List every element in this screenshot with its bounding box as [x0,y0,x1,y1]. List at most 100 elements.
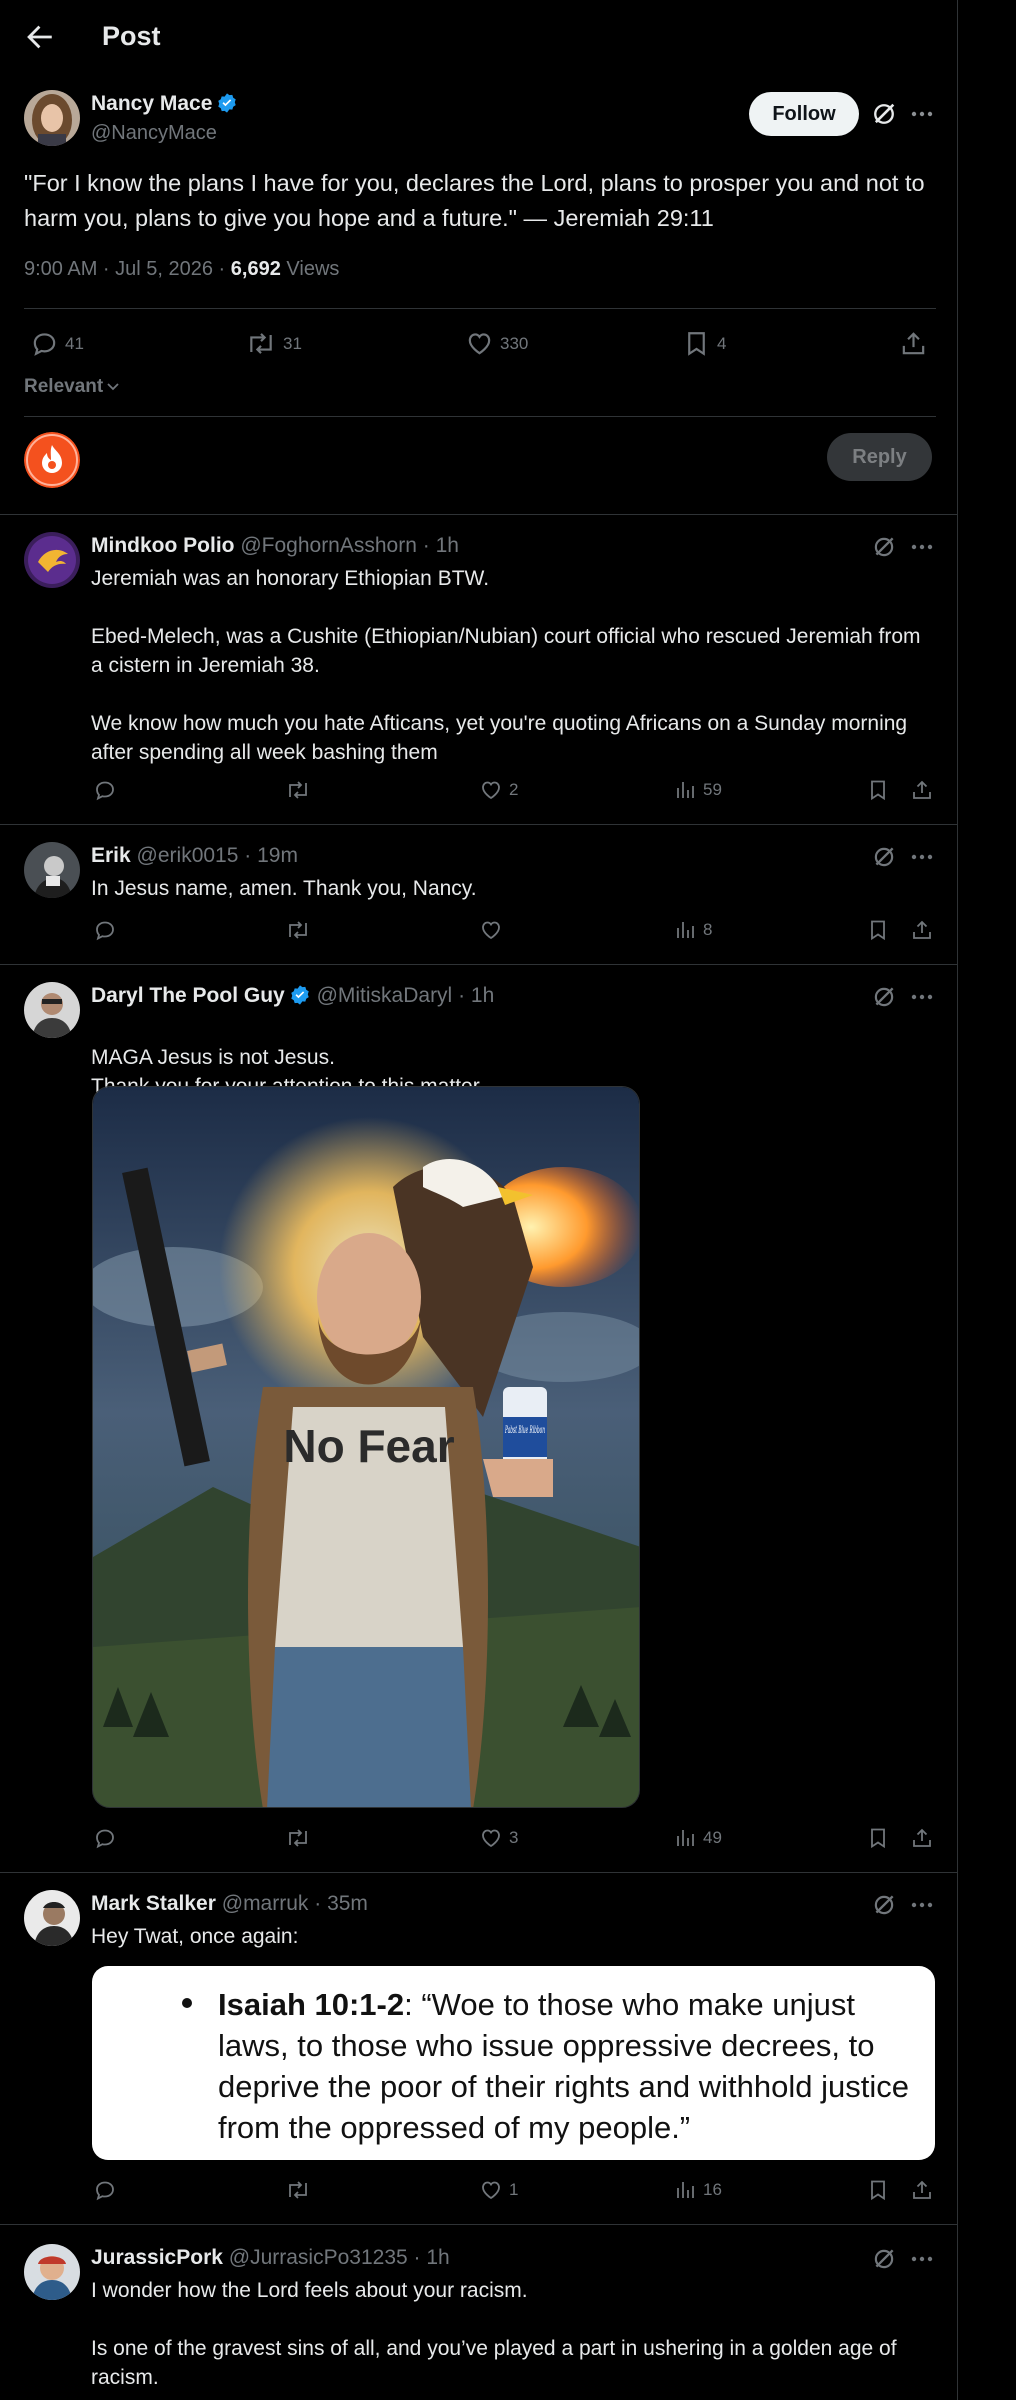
heart-icon [479,918,503,942]
back-arrow-icon[interactable] [22,20,56,54]
reply-time[interactable]: · 19m [244,844,298,867]
reply-time[interactable]: · 1h [458,984,494,1007]
repost-action[interactable] [285,2178,317,2202]
views-count: 6,692 [230,258,281,280]
repost-icon [285,918,311,942]
quote-image[interactable]: Isaiah 10:1-2: “Woe to those who make un… [92,1966,935,2160]
reply-action[interactable] [93,1826,123,1850]
verified-badge-icon [289,984,311,1006]
grok-icon[interactable] [871,984,897,1010]
user-avatar[interactable] [24,432,80,488]
reply-icon [30,329,59,358]
bookmark-action[interactable]: 4 [682,329,726,358]
views-action[interactable]: 16 [673,2178,722,2202]
views-icon [673,778,697,802]
more-options-icon[interactable] [910,2249,934,2269]
repost-action[interactable] [285,778,317,802]
share-action[interactable] [910,2178,934,2202]
views-label: Views [280,258,340,280]
avatar[interactable] [24,842,80,898]
sort-dropdown[interactable]: Relevant [24,376,121,398]
top-bar: Post [0,0,958,76]
author-handle[interactable]: @NancyMace [91,122,217,145]
reply-author-handle[interactable]: @erik0015 [137,844,239,867]
author-name[interactable]: Nancy Mace [91,92,212,115]
post-image[interactable]: No Fear Pabst Blue Ribbon [92,1086,640,1808]
grok-icon[interactable] [870,100,898,128]
avatar[interactable] [24,1890,80,1946]
share-action[interactable] [910,778,934,802]
views-action[interactable]: 8 [673,918,712,942]
like-action[interactable]: 330 [465,329,528,358]
post-author: Nancy Mace [91,92,238,116]
divider [0,2224,958,2225]
reply-header: Mark Stalker @marruk · 35m [91,1892,368,1916]
reply-author-name[interactable]: Mark Stalker [91,1892,216,1915]
bookmark-action[interactable] [866,778,890,802]
like-action[interactable] [479,918,509,942]
repost-action[interactable] [285,918,317,942]
reply-time[interactable]: · 35m [314,1892,368,1915]
bookmark-icon [866,1826,890,1850]
divider [24,308,936,309]
reply-action[interactable] [93,778,123,802]
reply-author-handle[interactable]: @marruk [222,1892,309,1915]
divider [24,416,936,417]
bookmark-action[interactable] [866,1826,890,1850]
grok-icon[interactable] [871,1892,897,1918]
avatar[interactable] [24,532,80,588]
page-title: Post [102,21,161,51]
grok-icon[interactable] [871,2246,897,2272]
avatar[interactable] [24,2244,80,2300]
reply-author-name[interactable]: Mindkoo Polio [91,534,234,557]
share-action[interactable] [910,1826,934,1850]
avatar[interactable] [24,90,80,146]
like-action[interactable]: 3 [479,1826,518,1850]
repost-action[interactable] [285,1826,317,1850]
divider [0,824,958,825]
reply-author-handle[interactable]: @JurrasicPo31235 [229,2246,408,2269]
reply-button[interactable]: Reply [827,433,932,481]
more-options-icon[interactable] [910,1895,934,1915]
like-action[interactable]: 1 [479,2178,518,2202]
post-time[interactable]: 9:00 AM · Jul 5, 2026 · [24,258,231,280]
avatar[interactable] [24,982,80,1038]
follow-button[interactable]: Follow [749,92,859,136]
grok-icon[interactable] [871,844,897,870]
like-count: 2 [509,780,519,799]
reply-time[interactable]: · 1h [414,2246,450,2269]
reply-author-name[interactable]: Erik [91,844,131,867]
reply-paragraph: Jeremiah was an honorary Ethiopian BTW. [91,567,490,590]
reply-header: Daryl The Pool Guy @MitiskaDaryl · 1h [91,984,494,1008]
reply-paragraph: In Jesus name, amen. Thank you, Nancy. [91,877,477,900]
reply-time[interactable]: · 1h [423,534,459,557]
reply-author-handle[interactable]: @MitiskaDaryl [317,984,453,1007]
more-options-icon[interactable] [910,847,934,867]
like-action[interactable]: 2 [479,778,518,802]
more-options-icon[interactable] [910,987,934,1007]
more-options-icon[interactable] [910,104,934,124]
reply-action[interactable] [93,2178,123,2202]
repost-action[interactable]: 31 [245,329,302,358]
post-text: "For I know the plans I have for you, de… [24,170,925,231]
reply-text: Hey Twat, once again: [91,1922,931,1951]
share-icon [910,778,934,802]
reply-author-name[interactable]: Daryl The Pool Guy [91,984,285,1007]
share-action[interactable] [910,918,934,942]
reply-author-name[interactable]: JurassicPork [91,2246,223,2269]
reply-action[interactable]: 41 [30,329,84,358]
reply-text: I wonder how the Lord feels about your r… [91,2276,931,2392]
grok-icon[interactable] [871,534,897,560]
views-action[interactable]: 49 [673,1826,722,1850]
share-action[interactable] [899,329,928,358]
reply-action[interactable] [93,918,123,942]
reply-author-handle[interactable]: @FoghornAsshorn [240,534,417,557]
bookmark-icon [866,778,890,802]
more-options-icon[interactable] [910,537,934,557]
heart-icon [479,778,503,802]
heart-icon [479,1826,503,1850]
like-count: 3 [509,1828,519,1847]
bookmark-action[interactable] [866,2178,890,2202]
bookmark-action[interactable] [866,918,890,942]
views-action[interactable]: 59 [673,778,722,802]
